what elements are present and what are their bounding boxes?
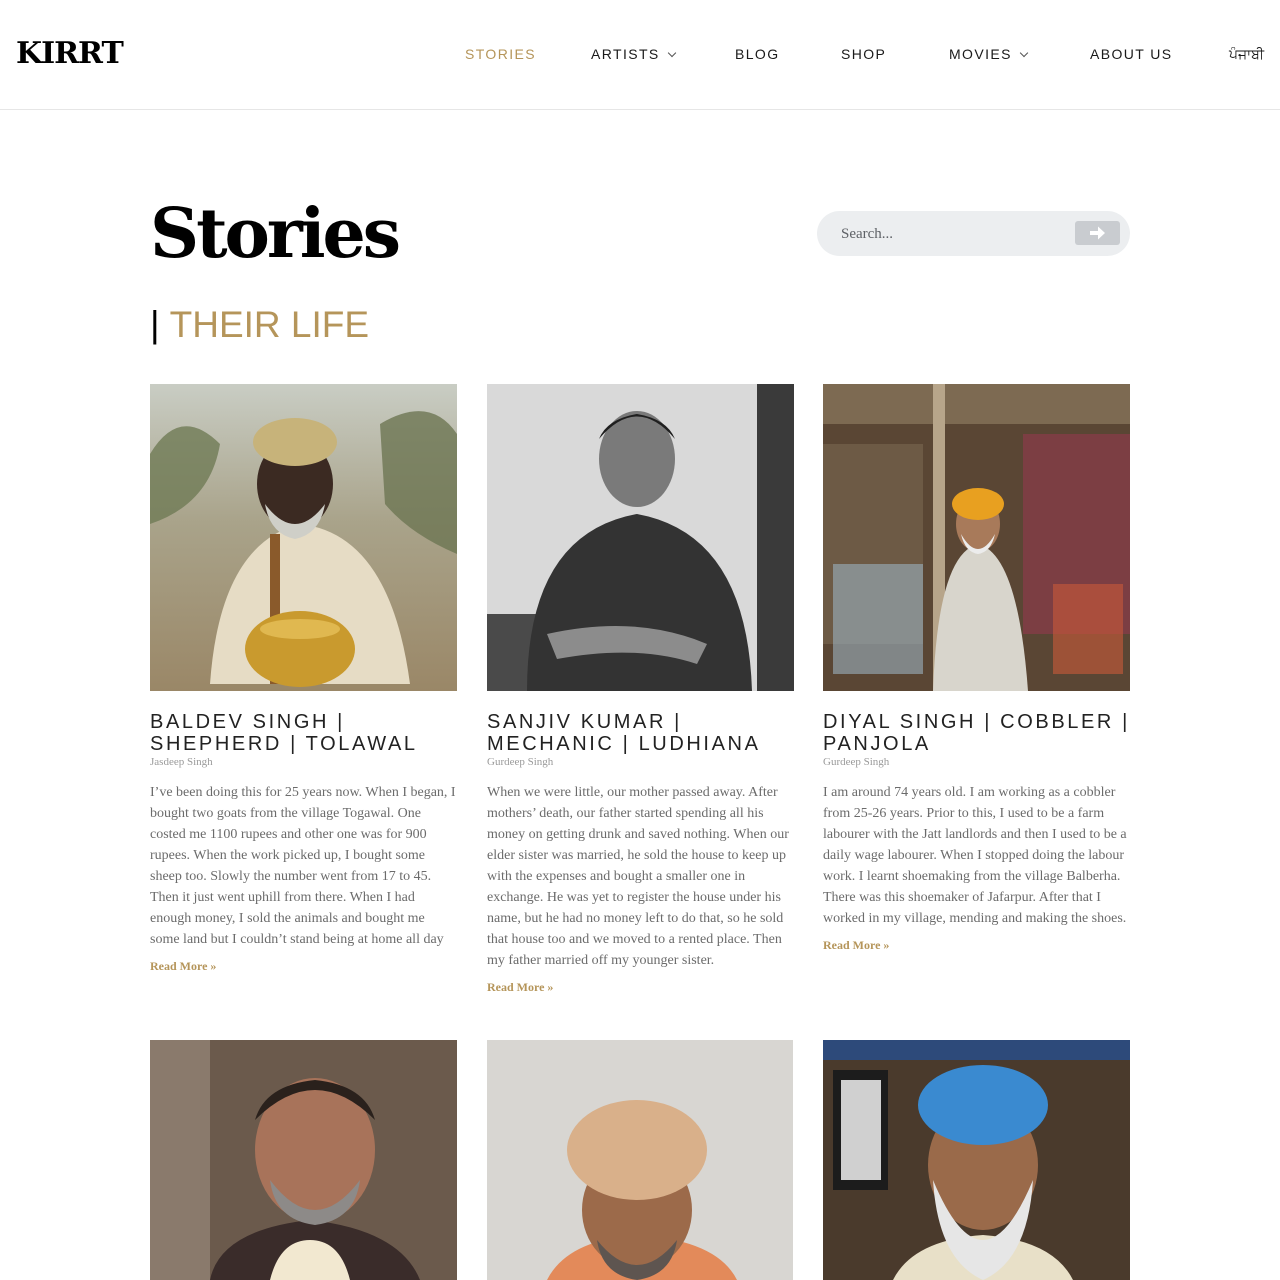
story-author: Jasdeep Singh (150, 756, 213, 768)
chevron-down-icon (667, 48, 676, 58)
nav-item-movies[interactable]: MOVIES (949, 46, 1029, 62)
nav-label: BLOG (735, 46, 780, 62)
nav-item-punjabi[interactable]: ਪੰਜਾਬੀ (1229, 46, 1264, 63)
nav-item-artists[interactable]: ARTISTS (591, 46, 676, 62)
site-header: KIRRT STORIES ARTISTS BLOG SHOP MOVIES A… (0, 0, 1280, 110)
page-title: Stories (150, 194, 401, 274)
subtitle-divider: | (150, 304, 160, 345)
story-title[interactable]: BALDEV SINGH | SHEPHERD | TOLAWAL (150, 711, 457, 755)
story-title[interactable]: SANJIV KUMAR | MECHANIC | LUDHIANA (487, 711, 794, 755)
nav-label: SHOP (841, 46, 887, 62)
story-excerpt: I am around 74 years old. I am working a… (823, 785, 1127, 926)
read-more-link[interactable]: Read More » (487, 980, 553, 995)
read-more-link[interactable]: Read More » (150, 959, 216, 974)
nav-label: ARTISTS (591, 46, 660, 62)
nav-item-about-us[interactable]: ABOUT US (1090, 46, 1173, 62)
nav-label: STORIES (465, 46, 537, 62)
read-more-link[interactable]: Read More » (823, 938, 889, 953)
search-form (817, 211, 1130, 256)
story-image-shepherd[interactable] (150, 384, 457, 691)
story-image-portrait-blue-turban-man[interactable] (823, 1040, 1130, 1280)
story-image-portrait-turban-man[interactable] (487, 1040, 793, 1280)
nav-item-shop[interactable]: SHOP (841, 46, 886, 62)
story-excerpt: I’ve been doing this for 25 years now. W… (150, 785, 456, 947)
story-image-portrait-smiling-man[interactable] (150, 1040, 457, 1280)
story-author: Gurdeep Singh (487, 756, 554, 768)
nav-label: ਪੰਜਾਬੀ (1229, 46, 1265, 62)
search-input[interactable] (841, 223, 1061, 245)
story-card: SANJIV KUMAR | MECHANIC | LUDHIANA Gurde… (487, 384, 794, 996)
story-image-mechanic[interactable] (487, 384, 794, 691)
nav-item-stories[interactable]: STORIES (465, 46, 536, 62)
nav-item-blog[interactable]: BLOG (735, 46, 780, 62)
nav-label: MOVIES (949, 46, 1012, 62)
story-author: Gurdeep Singh (823, 756, 890, 768)
story-image-cobbler[interactable] (823, 384, 1130, 691)
arrow-right-icon (1090, 226, 1105, 240)
story-card: BALDEV SINGH | SHEPHERD | TOLAWAL Jasdee… (150, 384, 457, 975)
story-excerpt: When we were little, our mother passed a… (487, 785, 789, 968)
chevron-down-icon (1019, 48, 1029, 58)
page-subtitle: | THEIR LIFE (150, 306, 369, 343)
story-card: DIYAL SINGH | COBBLER | PANJOLA Gurdeep … (823, 384, 1130, 954)
search-button[interactable] (1075, 221, 1120, 245)
nav-label: ABOUT US (1090, 46, 1173, 62)
main-nav: STORIES ARTISTS BLOG SHOP MOVIES ABOUT U… (0, 46, 1280, 66)
subtitle-text: THEIR LIFE (169, 304, 370, 345)
story-title[interactable]: DIYAL SINGH | COBBLER | PANJOLA (823, 711, 1130, 755)
